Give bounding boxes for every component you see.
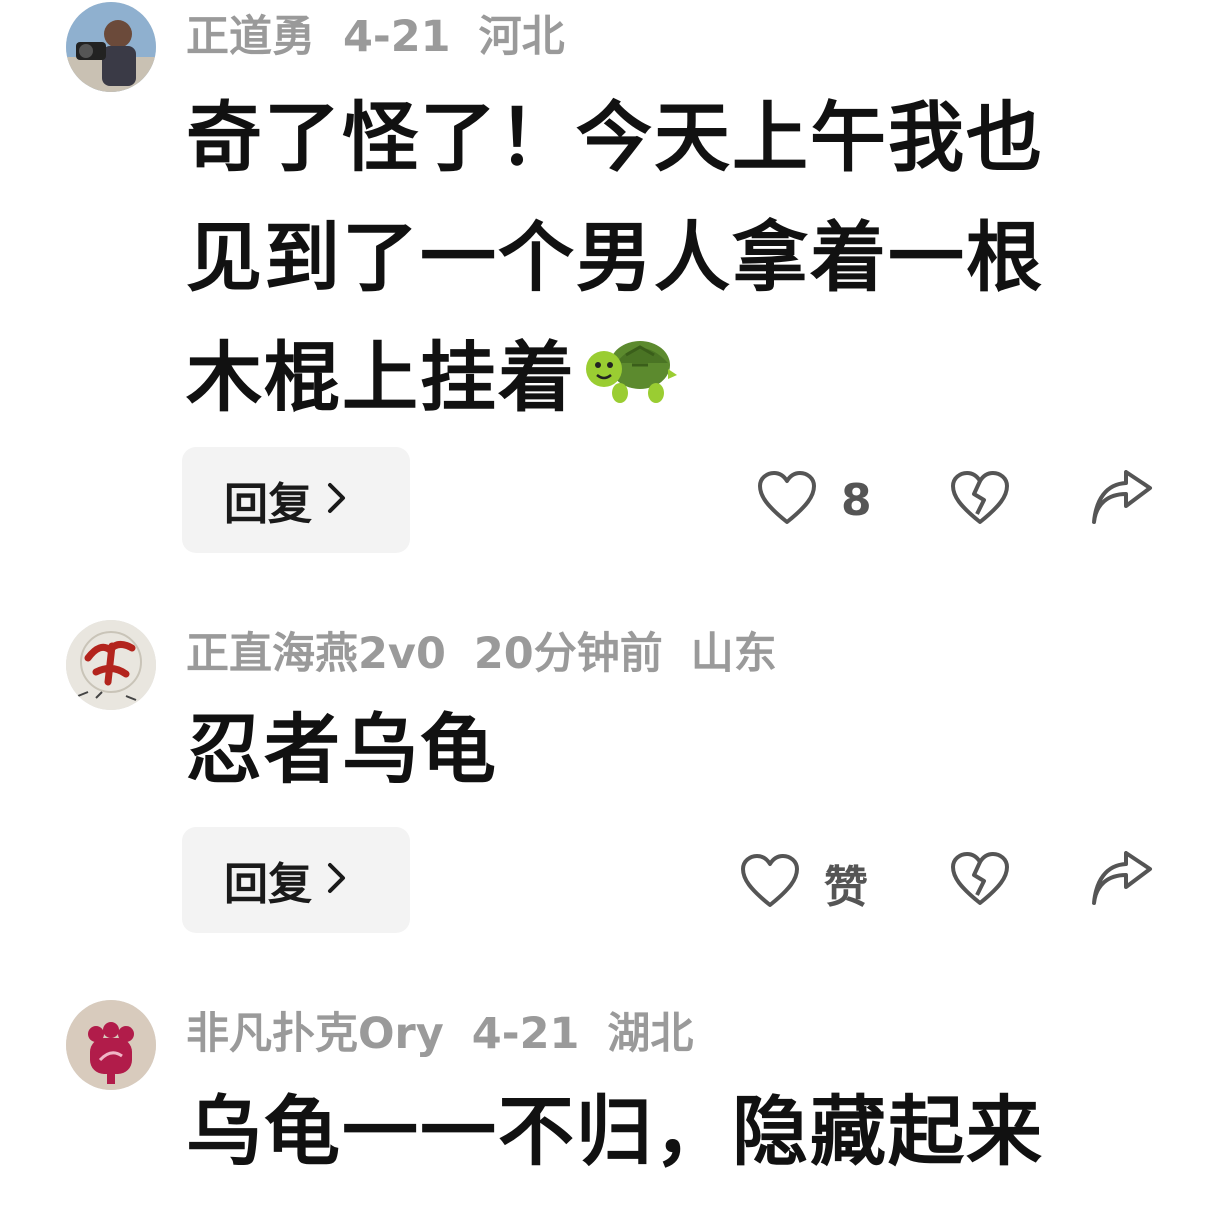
- share-button[interactable]: [1090, 470, 1154, 530]
- avatar[interactable]: [66, 2, 156, 92]
- comment-text: 乌龟一一不归，隐藏起来: [186, 1072, 1116, 1192]
- comment-meta: 正道勇 4-21 河北: [186, 16, 593, 59]
- broken-heart-icon: [950, 470, 1010, 530]
- reply-label: 回复: [224, 859, 312, 910]
- comment-text: 奇了怪了！今天上午我也见到了一个男人拿着一根木棍上挂着: [186, 78, 1116, 443]
- avatar[interactable]: [66, 620, 156, 710]
- like-count: 8: [841, 474, 872, 526]
- share-button[interactable]: [1090, 851, 1154, 911]
- reply-button[interactable]: 回复: [182, 827, 410, 933]
- region: 山东: [690, 629, 777, 679]
- comment-text-content: 忍者乌龟: [186, 705, 498, 794]
- like-count: 赞: [824, 862, 868, 913]
- comment-meta: 非凡扑克Ory 4-21 湖北: [186, 1013, 721, 1056]
- timestamp: 4-21: [471, 1009, 580, 1059]
- comment-meta: 正直海燕2v0 20分钟前 山东: [186, 633, 805, 676]
- chevron-right-icon: [326, 481, 348, 519]
- turtle-icon: [582, 323, 678, 443]
- username[interactable]: 正道勇: [186, 12, 315, 62]
- broken-heart-icon: [950, 851, 1010, 911]
- region: 河北: [478, 12, 565, 62]
- heart-outline-icon: [740, 853, 800, 913]
- comment-text: 忍者乌龟: [186, 690, 1116, 810]
- avatar[interactable]: [66, 1000, 156, 1090]
- comment-text-content: 乌龟一一不归，隐藏起来: [186, 1087, 1044, 1176]
- timestamp: 20分钟前: [473, 629, 663, 679]
- timestamp: 4-21: [343, 12, 451, 62]
- reply-label: 回复: [224, 479, 312, 530]
- chevron-right-icon: [326, 861, 348, 899]
- share-arrow-icon: [1090, 851, 1154, 911]
- region: 湖北: [607, 1009, 694, 1059]
- username[interactable]: 正直海燕2v0: [186, 629, 446, 679]
- share-arrow-icon: [1090, 470, 1154, 530]
- dislike-button[interactable]: [950, 851, 1010, 911]
- username[interactable]: 非凡扑克Ory: [186, 1009, 444, 1059]
- heart-outline-icon: [757, 470, 817, 530]
- dislike-button[interactable]: [950, 470, 1010, 530]
- like-button[interactable]: 8: [757, 470, 872, 530]
- like-button[interactable]: 赞: [740, 851, 868, 915]
- reply-button[interactable]: 回复: [182, 447, 410, 553]
